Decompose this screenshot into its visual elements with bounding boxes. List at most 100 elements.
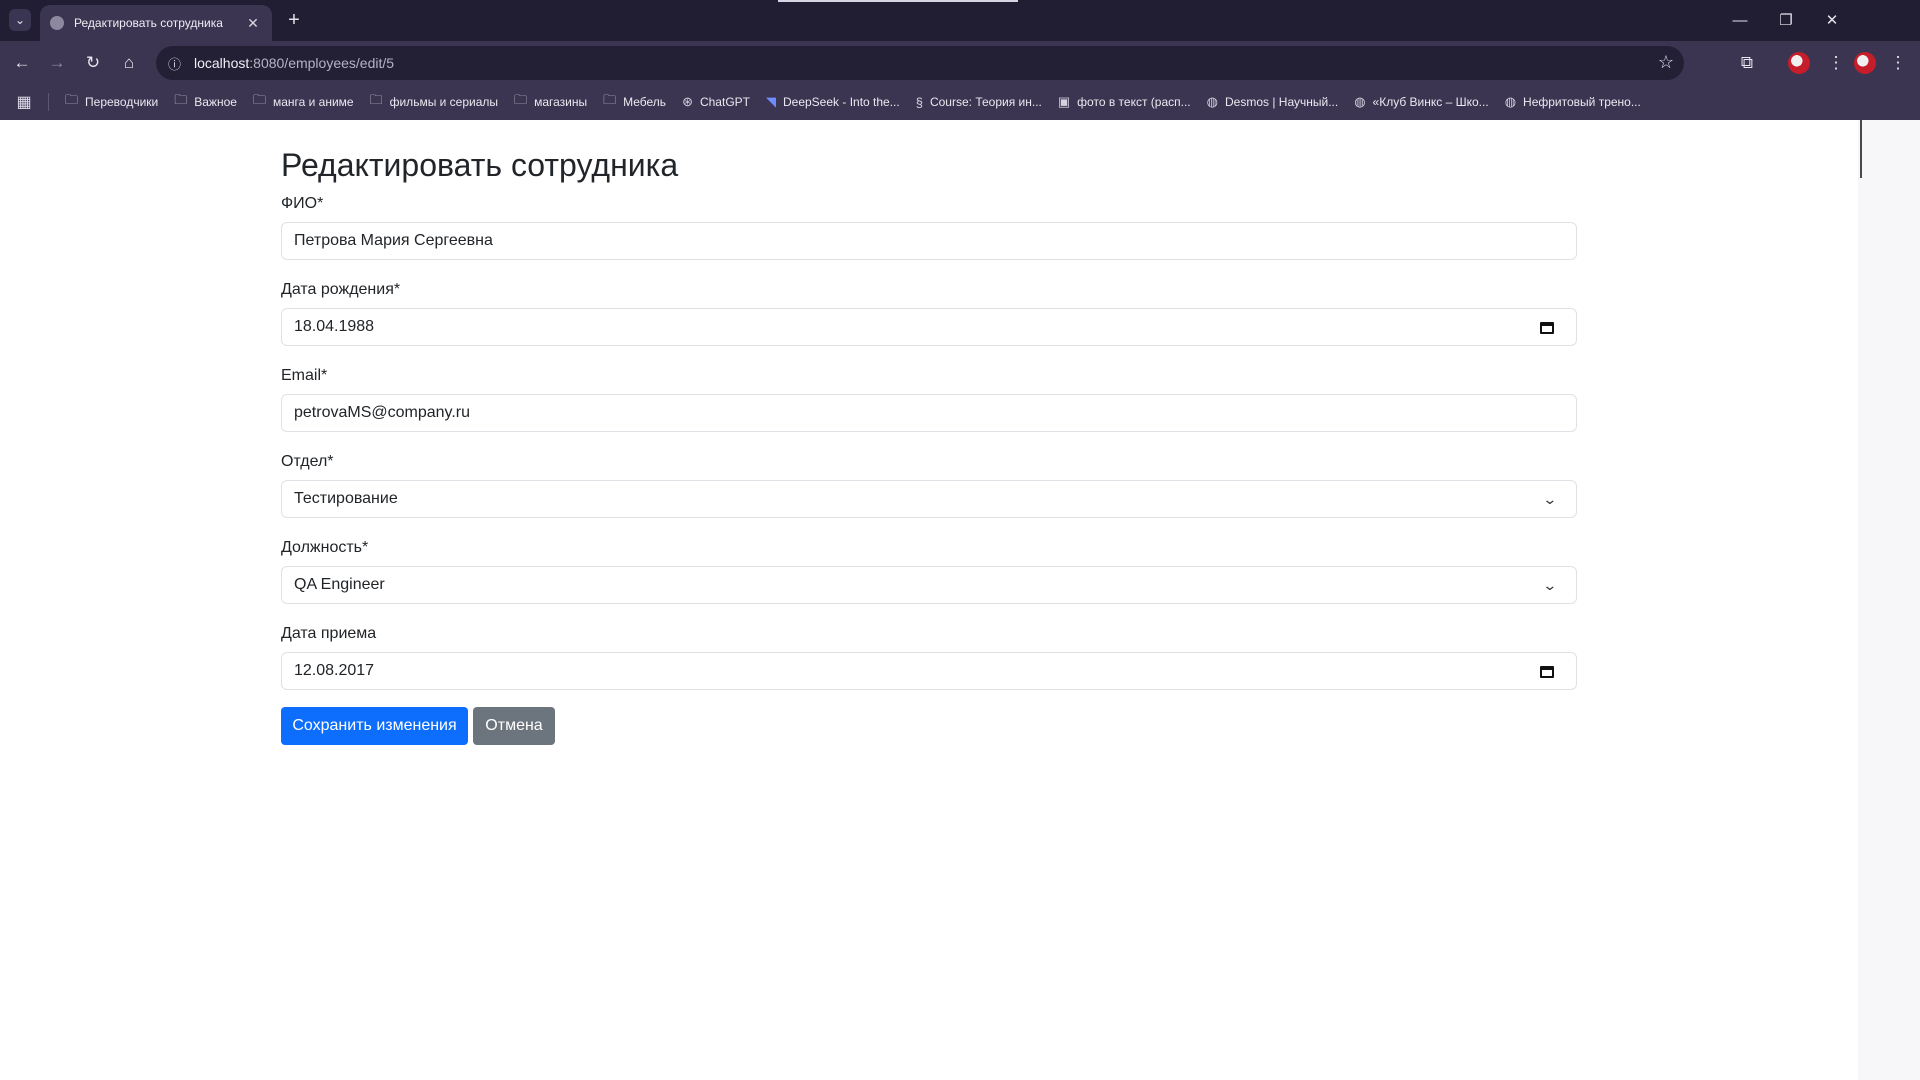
scrollbar-thumb[interactable] bbox=[1860, 120, 1862, 178]
email-value: petrovaMS@company.ru bbox=[294, 404, 471, 421]
folder-icon: 🗀 bbox=[514, 92, 528, 107]
folder-icon: 🗀 bbox=[603, 92, 617, 107]
email-group: Email* petrovaMS@company.ru bbox=[281, 364, 1577, 432]
browser-toolbar: ← → ↻ ⌂ ⓘ localhost:8080/employees/edit/… bbox=[0, 41, 1920, 84]
minimize-icon[interactable]: — bbox=[1717, 0, 1763, 40]
globe-icon: ◍ bbox=[1504, 94, 1517, 109]
chatgpt-icon: ⊛ bbox=[682, 94, 693, 109]
position-group: Должность* QA Engineer ⌄ bbox=[281, 536, 1577, 604]
tab-strip: ⌄ Редактировать сотрудника ✕ + — ❐ ✕ bbox=[0, 0, 1920, 41]
bookmark-label: Нефритовый трено... bbox=[1523, 95, 1641, 109]
birth-date-group: Дата рождения* 18.04.1988 bbox=[281, 278, 1577, 346]
avatar[interactable] bbox=[1788, 52, 1810, 74]
apps-grid-icon[interactable]: ▦ bbox=[0, 92, 48, 112]
bookmark-item[interactable]: ◥ DeepSeek - Into the... bbox=[758, 88, 908, 116]
menu-kebab-icon[interactable]: ⋮ bbox=[1822, 49, 1850, 77]
hire-date-value: 12.08.2017 bbox=[294, 662, 375, 679]
bookmark-label: фото в текст (расп... bbox=[1077, 95, 1191, 109]
bookmark-label: Мебель bbox=[623, 95, 667, 109]
bookmark-label: Важное bbox=[194, 95, 237, 109]
bookmark-label: магазины bbox=[534, 95, 588, 109]
birth-date-value: 18.04.1988 bbox=[294, 318, 375, 335]
bookmark-label: фильмы и сериалы bbox=[389, 95, 499, 109]
bookmarks-bar: ▦ 🗀 Переводчики 🗀 Важное 🗀 манга и аниме 🗀 ф… bbox=[0, 84, 1920, 120]
hire-date-label: Дата приема bbox=[281, 625, 377, 642]
department-group: Отдел* Тестирование ⌄ bbox=[281, 450, 1577, 518]
bookmarks-separator bbox=[48, 93, 49, 111]
tab-search-chevron-icon[interactable]: ⌄ bbox=[9, 9, 31, 31]
bookmark-item[interactable]: 🗀 манга и аниме bbox=[245, 88, 362, 116]
position-label: Должность* bbox=[281, 539, 369, 556]
overflow-kebab-icon[interactable]: ⋮ bbox=[1884, 49, 1912, 77]
cancel-button[interactable]: Отмена bbox=[473, 707, 555, 745]
deepseek-icon: ◥ bbox=[765, 94, 776, 109]
full-name-group: ФИО* Петрова Мария Сергеевна bbox=[281, 192, 1577, 260]
page-viewport: Редактировать сотрудника ФИО* Петрова Ма… bbox=[0, 120, 1858, 1080]
bookmark-label: ChatGPT bbox=[699, 95, 750, 109]
bookmark-item[interactable]: 🗀 Важное bbox=[166, 88, 245, 116]
full-name-label: ФИО* bbox=[281, 195, 324, 212]
folder-icon: 🗀 bbox=[252, 92, 266, 107]
bookmark-label: DeepSeek - Into the... bbox=[782, 95, 900, 109]
calendar-icon[interactable] bbox=[1540, 320, 1554, 334]
bookmark-label: манга и аниме bbox=[272, 95, 354, 109]
browser-tab-active[interactable]: Редактировать сотрудника ✕ bbox=[40, 5, 272, 41]
site-info-icon[interactable]: ⓘ bbox=[168, 54, 194, 73]
page-scrollbar[interactable] bbox=[1858, 120, 1920, 1080]
second-profile-avatar[interactable] bbox=[1854, 52, 1876, 74]
bookmark-label: Course: Теория ин... bbox=[929, 95, 1042, 109]
bookmark-item[interactable]: ▣ фото в текст (расп... bbox=[1050, 88, 1199, 116]
reload-icon[interactable]: ↻ bbox=[79, 49, 107, 77]
globe-icon bbox=[50, 16, 64, 30]
birth-date-input[interactable]: 18.04.1988 bbox=[281, 308, 1577, 346]
back-arrow-icon[interactable]: ← bbox=[8, 49, 36, 77]
url-text[interactable]: localhost:8080/employees/edit/5 bbox=[194, 55, 394, 71]
bookmark-item[interactable]: ◍ Нефритовый трено... bbox=[1497, 88, 1649, 116]
address-bar[interactable]: ⓘ localhost:8080/employees/edit/5 ☆ bbox=[156, 46, 1684, 80]
bookmark-label: Переводчики bbox=[85, 95, 159, 109]
bookmark-item[interactable]: 🗀 фильмы и сериалы bbox=[362, 88, 506, 116]
bookmark-item[interactable]: § Course: Теория ин... bbox=[908, 88, 1050, 116]
course-icon: § bbox=[915, 94, 923, 110]
bookmark-item[interactable]: ⊛ ChatGPT bbox=[674, 88, 758, 116]
email-field[interactable]: petrovaMS@company.ru bbox=[281, 394, 1577, 432]
bookmark-item[interactable]: 🗀 Мебель bbox=[595, 88, 674, 116]
bookmark-item[interactable]: 🗀 магазины bbox=[506, 88, 595, 116]
tab-title: Редактировать сотрудника bbox=[74, 16, 223, 30]
chevron-down-icon: ⌄ bbox=[1542, 576, 1558, 593]
department-label: Отдел* bbox=[281, 453, 334, 470]
department-value: Тестирование bbox=[294, 490, 398, 507]
department-select[interactable]: Тестирование ⌄ bbox=[281, 480, 1577, 518]
forward-arrow-icon[interactable]: → bbox=[43, 49, 71, 77]
page-title: Редактировать сотрудника bbox=[281, 147, 679, 183]
bookmark-item[interactable]: ◍ Desmos | Научный... bbox=[1199, 88, 1347, 116]
calendar-icon[interactable] bbox=[1540, 664, 1554, 678]
bookmark-item[interactable]: 🗀 Переводчики bbox=[57, 88, 166, 116]
bookmark-item[interactable]: ◍ «Клуб Винкс – Шко... bbox=[1346, 88, 1496, 116]
bookmark-label: «Клуб Винкс – Шко... bbox=[1372, 95, 1489, 109]
hire-date-group: Дата приема 12.08.2017 bbox=[281, 622, 1577, 690]
email-label: Email* bbox=[281, 367, 328, 384]
globe-icon: ◍ bbox=[1354, 94, 1366, 109]
position-value: QA Engineer bbox=[294, 576, 385, 593]
url-path: :8080/employees/edit/5 bbox=[249, 55, 395, 71]
home-icon[interactable]: ⌂ bbox=[115, 49, 143, 77]
window-drag-indicator bbox=[778, 0, 1018, 2]
position-select[interactable]: QA Engineer ⌄ bbox=[281, 566, 1577, 604]
ocr-icon: ▣ bbox=[1057, 94, 1071, 109]
globe-icon: ◍ bbox=[1206, 94, 1218, 109]
extensions-puzzle-icon[interactable]: ⧉ bbox=[1733, 49, 1761, 77]
full-name-value: Петрова Мария Сергеевна bbox=[294, 232, 493, 249]
bookmark-star-icon[interactable]: ☆ bbox=[1658, 52, 1674, 73]
restore-icon[interactable]: ❐ bbox=[1763, 0, 1809, 40]
bookmark-label: Desmos | Научный... bbox=[1224, 95, 1339, 109]
hire-date-input[interactable]: 12.08.2017 bbox=[281, 652, 1577, 690]
window-close-icon[interactable]: ✕ bbox=[1809, 0, 1855, 40]
new-tab-button[interactable]: + bbox=[282, 8, 306, 32]
url-host: localhost bbox=[194, 55, 250, 71]
full-name-input[interactable]: Петрова Мария Сергеевна bbox=[281, 222, 1577, 260]
chevron-down-icon: ⌄ bbox=[1542, 490, 1558, 507]
folder-icon: 🗀 bbox=[369, 92, 383, 107]
close-icon[interactable]: ✕ bbox=[244, 15, 262, 32]
save-button[interactable]: Сохранить изменения bbox=[281, 707, 468, 745]
